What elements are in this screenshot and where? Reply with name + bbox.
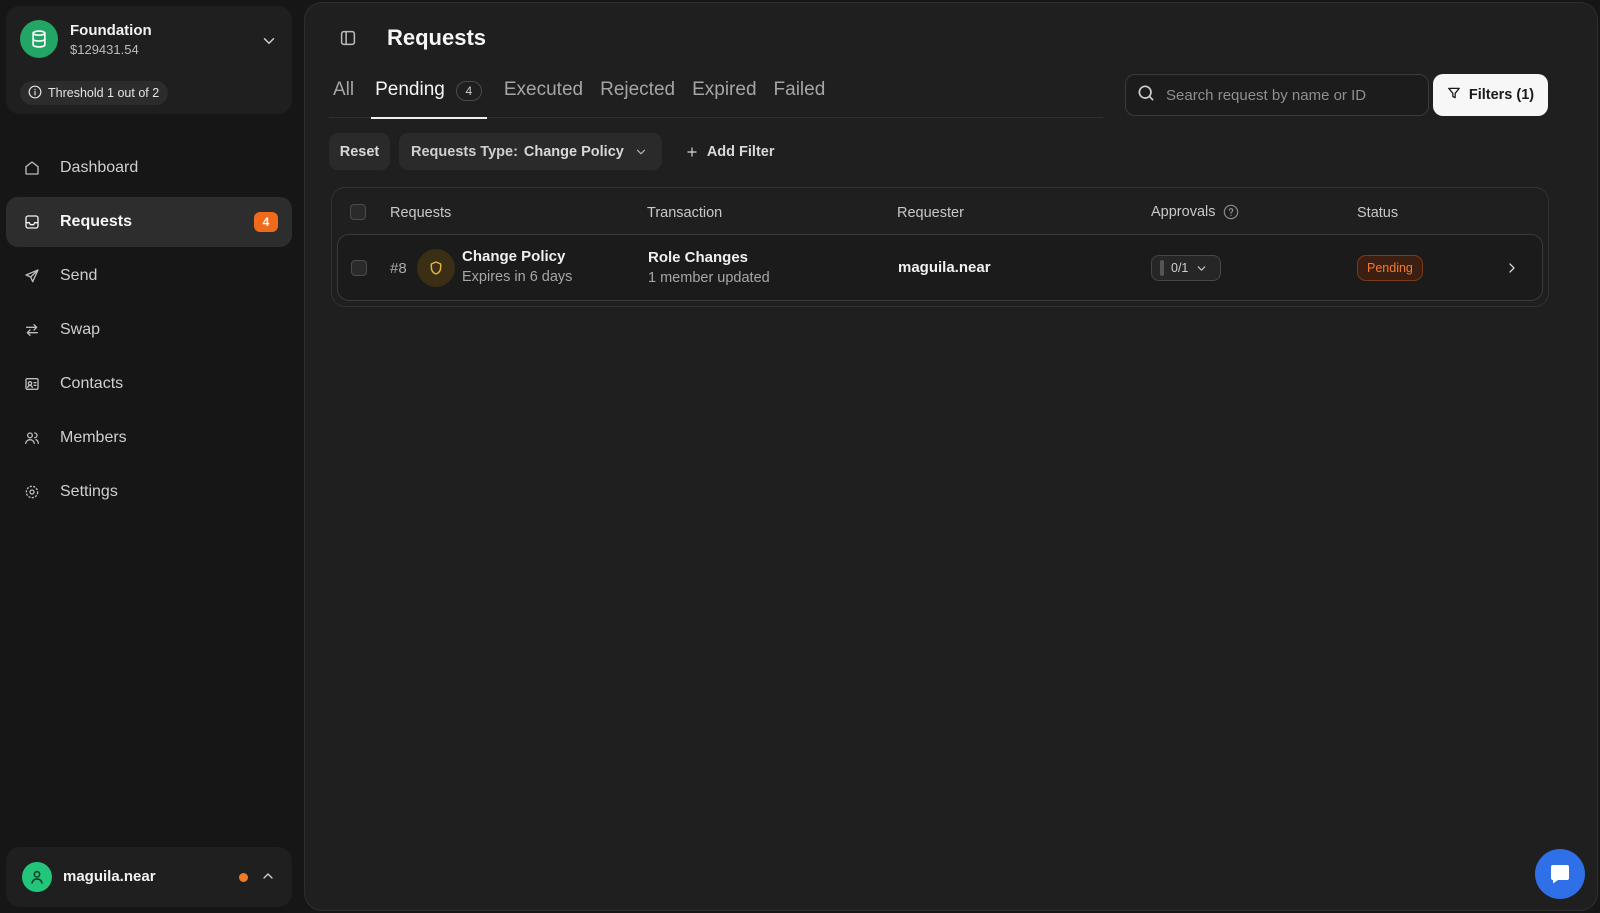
filter-icon — [1447, 86, 1461, 104]
sidebar-item-label: Send — [60, 267, 98, 284]
transaction-cell: Role Changes 1 member updated — [648, 249, 770, 286]
request-tabs: All Pending 4 Executed Rejected Expired … — [329, 73, 1103, 119]
info-icon — [28, 85, 42, 102]
gear-icon — [24, 484, 40, 500]
org-balance: $129431.54 — [70, 42, 139, 57]
search-icon — [1136, 83, 1156, 108]
chevron-down-icon[interactable] — [260, 32, 278, 50]
sidebar-item-members[interactable]: Members — [6, 413, 292, 463]
tab-label: Failed — [773, 79, 826, 100]
tab-label: Expired — [692, 79, 757, 100]
tab-rejected[interactable]: Rejected — [600, 73, 675, 118]
sidebar-item-send[interactable]: Send — [6, 251, 292, 301]
transaction-subtitle: 1 member updated — [648, 270, 770, 286]
chevron-up-icon[interactable] — [260, 868, 276, 884]
sidebar-item-label: Swap — [60, 321, 101, 338]
org-name: Foundation — [70, 22, 152, 39]
users-icon — [24, 430, 40, 446]
org-switcher[interactable]: Foundation $129431.54 Threshold 1 out of… — [6, 6, 292, 114]
shield-icon — [417, 249, 455, 287]
filter-type-label: Requests Type: — [411, 143, 518, 160]
sidebar-item-label: Contacts — [60, 375, 124, 392]
column-header-status: Status — [1357, 205, 1399, 221]
chat-support-button[interactable] — [1535, 849, 1585, 899]
inbox-icon — [24, 214, 40, 230]
row-checkbox[interactable] — [351, 260, 367, 276]
sidebar-toggle-icon[interactable] — [339, 29, 357, 47]
filter-bar: Reset Requests Type: Change Policy Add F… — [329, 133, 775, 170]
sidebar-item-label: Settings — [60, 483, 118, 500]
request-id: #8 — [390, 260, 407, 277]
plus-icon — [685, 145, 699, 159]
select-all-checkbox[interactable] — [350, 204, 366, 220]
status-badge: Pending — [1357, 255, 1423, 281]
chat-bubble-icon — [1548, 862, 1572, 886]
approval-progress-bar — [1160, 260, 1164, 276]
chevron-down-icon — [1195, 262, 1208, 275]
sidebar-item-contacts[interactable]: Contacts — [6, 359, 292, 409]
request-title: Change Policy — [462, 248, 566, 265]
requests-count-badge: 4 — [254, 212, 278, 232]
swap-icon — [24, 322, 40, 338]
database-icon — [20, 20, 58, 58]
sidebar-item-label: Requests — [60, 213, 133, 230]
tab-executed[interactable]: Executed — [504, 73, 583, 118]
chevron-down-icon — [634, 145, 648, 159]
filters-label: Filters (1) — [1468, 87, 1535, 103]
tab-label: All — [333, 79, 355, 100]
request-type-filter[interactable]: Requests Type: Change Policy — [399, 133, 662, 170]
tab-label: Pending — [375, 79, 445, 100]
column-header-label: Approvals — [1151, 204, 1216, 220]
tab-label: Rejected — [600, 79, 676, 100]
sidebar-item-dashboard[interactable]: Dashboard — [6, 143, 292, 193]
sidebar-item-label: Dashboard — [60, 159, 139, 176]
sidebar: Foundation $129431.54 Threshold 1 out of… — [0, 0, 300, 913]
sidebar-item-settings[interactable]: Settings — [6, 467, 292, 517]
page-title: Requests — [387, 25, 487, 50]
filters-button[interactable]: Filters (1) — [1433, 74, 1548, 116]
requests-table: Requests Transaction Requester Approvals… — [331, 187, 1549, 307]
tab-count-badge: 4 — [455, 81, 482, 101]
user-name: maguila.near — [63, 868, 156, 885]
sidebar-item-swap[interactable]: Swap — [6, 305, 292, 355]
filter-type-value: Change Policy — [523, 143, 624, 160]
column-header-approvals: Approvals — [1151, 204, 1239, 220]
sidebar-nav: Dashboard Requests 4 Send Swap Contacts … — [6, 143, 292, 521]
tab-failed[interactable]: Failed — [774, 73, 826, 118]
contact-card-icon — [24, 376, 40, 392]
approvals-count: 0/1 — [1171, 261, 1189, 275]
tab-label: Executed — [503, 79, 584, 100]
table-row[interactable]: #8 Change Policy Expires in 6 days Role … — [337, 234, 1543, 301]
tab-expired[interactable]: Expired — [692, 73, 756, 118]
threshold-badge: Threshold 1 out of 2 — [20, 81, 169, 105]
home-icon — [24, 160, 40, 176]
column-header-requests: Requests — [390, 205, 452, 221]
search-input[interactable] — [1166, 86, 1406, 104]
column-header-requester: Requester — [897, 205, 964, 221]
send-icon — [24, 268, 40, 284]
search-box — [1125, 74, 1429, 116]
reset-filters-button[interactable]: Reset — [329, 133, 390, 170]
add-filter-label: Add Filter — [706, 143, 775, 160]
request-title-cell: Change Policy Expires in 6 days — [462, 248, 572, 285]
add-filter-button[interactable]: Add Filter — [671, 133, 775, 170]
help-icon[interactable] — [1223, 204, 1239, 220]
avatar — [22, 862, 52, 892]
chevron-right-icon[interactable] — [1504, 260, 1520, 281]
notification-dot — [239, 873, 248, 882]
user-menu[interactable]: maguila.near — [6, 847, 292, 907]
threshold-text: Threshold 1 out of 2 — [48, 86, 160, 100]
request-expiry: Expires in 6 days — [462, 269, 573, 285]
column-header-transaction: Transaction — [647, 205, 723, 221]
transaction-title: Role Changes — [648, 249, 749, 266]
sidebar-item-label: Members — [60, 429, 127, 446]
main-panel: Requests All Pending 4 Executed Rejected… — [304, 2, 1598, 911]
tab-pending[interactable]: Pending 4 — [371, 73, 487, 119]
table-header: Requests Transaction Requester Approvals… — [332, 188, 1548, 234]
sidebar-item-requests[interactable]: Requests 4 — [6, 197, 292, 247]
tab-all[interactable]: All — [329, 73, 354, 118]
approvals-dropdown[interactable]: 0/1 — [1151, 255, 1221, 281]
requester: maguila.near — [898, 259, 991, 276]
